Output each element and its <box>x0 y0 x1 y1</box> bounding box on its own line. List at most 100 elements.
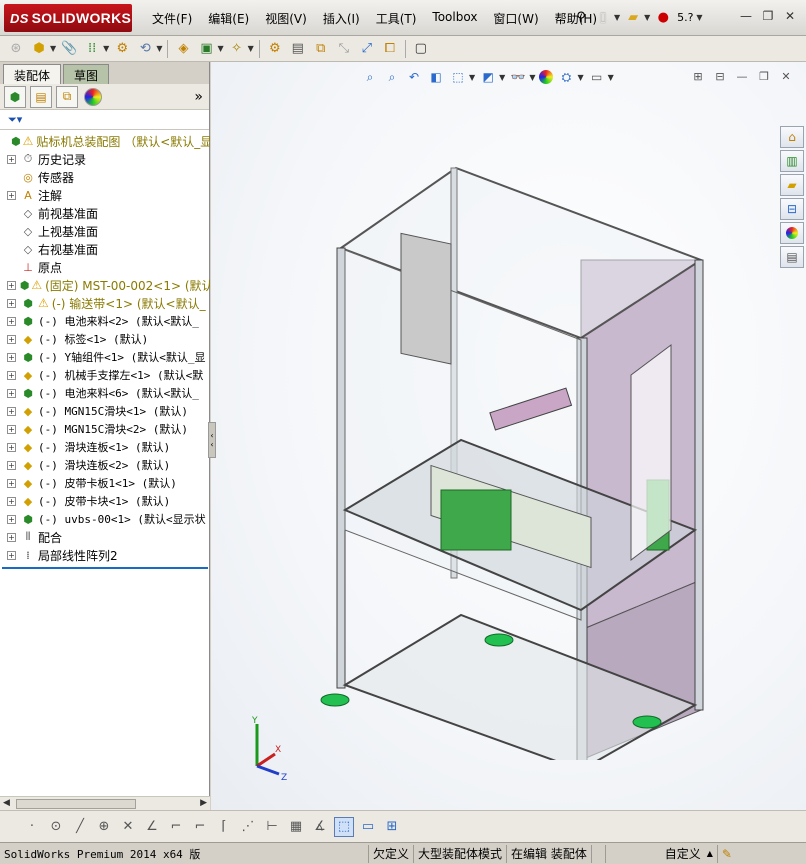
viewport-tile-icon[interactable]: ⊞ <box>690 70 706 83</box>
tree-node[interactable]: + A 注解 <box>0 186 210 204</box>
pin-icon[interactable]: ⚲ <box>572 8 590 26</box>
expand-toggle-icon[interactable]: + <box>7 298 16 308</box>
feature-tree-tab-icon[interactable]: ⬢ <box>4 85 26 108</box>
new-document-icon[interactable]: ▯ <box>594 8 612 26</box>
expand-toggle-icon[interactable]: + <box>7 388 16 398</box>
menu-edit[interactable]: 编辑(E) <box>200 9 257 28</box>
viewport-split-icon[interactable]: ⊟ <box>712 70 728 83</box>
chevron-up-icon[interactable]: ▲ <box>707 849 713 858</box>
tree-node[interactable]: + ◆ (-) MGN15C滑块<1> (默认) <box>0 402 210 420</box>
viewport-minimize-icon[interactable]: — <box>734 70 750 83</box>
chevron-down-icon[interactable]: ▼ <box>469 73 475 82</box>
labeling-machine-3d-model[interactable] <box>291 110 711 760</box>
menu-view[interactable]: 视图(V) <box>257 9 315 28</box>
tab-assembly[interactable]: 装配体 <box>3 64 62 84</box>
trim-icon[interactable]: ✕ <box>118 817 138 837</box>
expand-toggle-icon[interactable]: + <box>7 190 16 200</box>
chevron-down-icon[interactable]: ▼ <box>577 73 583 82</box>
tree-node[interactable]: + ◆ (-) 皮带卡块<1> (默认) <box>0 492 210 510</box>
view-orientation-icon[interactable]: ⬚ <box>449 68 467 86</box>
edit-appearance-icon[interactable] <box>539 70 554 84</box>
expand-toggle-icon[interactable]: + <box>7 532 16 542</box>
assembly-features-icon[interactable]: ▣ <box>196 39 216 59</box>
hide-show-items-icon[interactable]: 👓 <box>509 68 527 86</box>
fillet-icon[interactable]: ⌐ <box>166 817 186 837</box>
scroll-right-icon[interactable]: ▶ <box>200 798 207 808</box>
tree-node[interactable]: ◇ 上视基准面 <box>0 222 210 240</box>
single-view-icon[interactable]: ▭ <box>358 817 378 837</box>
solidworks-resources-icon[interactable]: ⌂ <box>780 126 804 148</box>
chevron-down-icon[interactable]: ▼ <box>644 13 650 22</box>
pattern-icon[interactable]: ⁞⁞ <box>82 39 102 59</box>
expand-toggle-icon[interactable]: + <box>7 478 16 488</box>
polygon-icon[interactable]: ⊕ <box>94 817 114 837</box>
interference-icon[interactable]: ⧠ <box>380 39 400 59</box>
viewport-close-icon[interactable]: ✕ <box>778 70 794 83</box>
zoom-to-area-icon[interactable]: ⌕ <box>383 68 401 86</box>
angle-icon[interactable]: ∠ <box>142 817 162 837</box>
filter-icon[interactable]: ⏷▾ <box>8 113 22 127</box>
scroll-left-icon[interactable]: ◀ <box>3 798 10 808</box>
tree-node[interactable]: + ◆ (-) 标签<1> (默认) <box>0 330 210 348</box>
insert-component-icon[interactable]: ⬢ <box>29 39 49 59</box>
tab-sketch[interactable]: 草图 <box>63 64 110 84</box>
graphics-area[interactable]: ‹ ‹ ⌕ ⌕ ↶ ◧ ⬚ ▼ ◩ ▼ 👓 ▼ ⛭ ▼ ▭ ▼ ⊞ ⊟ — ❐ ✕ <box>208 62 806 810</box>
grid-icon[interactable]: ▦ <box>286 817 306 837</box>
tree-node[interactable]: + ◆ (-) 机械手支撑左<1> (默认<默 <box>0 366 210 384</box>
design-library-icon[interactable]: ▥ <box>780 150 804 172</box>
menu-insert[interactable]: 插入(I) <box>315 9 368 28</box>
tree-node[interactable]: + ⬢ ⚠ (固定) MST-00-002<1> (默认 <box>0 276 210 294</box>
move-component-icon[interactable]: ⟲ <box>135 39 155 59</box>
traffic-light-icon[interactable]: ● <box>654 8 672 26</box>
mate-icon[interactable]: 📎 <box>59 39 79 59</box>
expand-toggle-icon[interactable]: + <box>7 352 16 362</box>
expand-toggle-icon[interactable]: + <box>7 460 16 470</box>
scroll-thumb[interactable] <box>16 799 136 809</box>
two-view-icon[interactable]: ⊞ <box>382 817 402 837</box>
tree-node[interactable]: ⬢ ⚠ 贴标机总装配图 （默认<默认_显 <box>0 132 210 150</box>
expand-toggle-icon[interactable]: + <box>7 370 16 380</box>
tree-node[interactable]: ⊥ 原点 <box>0 258 210 276</box>
appearances-icon[interactable] <box>780 222 804 244</box>
expand-toggle-icon[interactable]: + <box>7 442 16 452</box>
circle-icon[interactable]: ⊙ <box>46 817 66 837</box>
status-units[interactable]: 自定义 ▲ <box>604 844 717 863</box>
expand-toggle-icon[interactable]: + <box>7 280 16 290</box>
expand-panel-icon[interactable]: » <box>194 89 203 105</box>
tree-node[interactable]: + ⬢ ⚠ (-) 输送带<1> (默认<默认_ <box>0 294 210 312</box>
rebuild-status-icon[interactable]: ✎ <box>716 844 736 863</box>
expand-toggle-icon[interactable]: + <box>7 334 16 344</box>
chevron-down-icon[interactable]: ▼ <box>103 44 109 53</box>
zoom-to-fit-icon[interactable]: ⌕ <box>361 68 379 86</box>
menu-window[interactable]: 窗口(W) <box>485 9 546 28</box>
menu-tools[interactable]: 工具(T) <box>368 9 425 28</box>
file-explorer-icon[interactable]: ▰ <box>780 174 804 196</box>
corner-icon[interactable]: ⌈ <box>214 817 234 837</box>
tree-node[interactable]: + ⬢ (-) 电池来料<2> (默认<默认_ <box>0 312 210 330</box>
previous-view-icon[interactable]: ↶ <box>405 68 423 86</box>
tree-node[interactable]: + ⦀ 配合 <box>0 528 210 546</box>
line-icon[interactable]: ╱ <box>70 817 90 837</box>
tree-node[interactable]: + ⬢ (-) Y轴组件<1> (默认<默认_显 <box>0 348 210 366</box>
expand-toggle-icon[interactable]: + <box>7 154 16 164</box>
tree-node[interactable]: ◇ 前视基准面 <box>0 204 210 222</box>
tree-node[interactable]: + ◆ (-) 皮带卡板1<1> (默认) <box>0 474 210 492</box>
expand-toggle-icon[interactable]: + <box>7 406 16 416</box>
horizontal-scrollbar[interactable]: ◀ ▶ <box>0 796 210 810</box>
tree-node[interactable]: + ⬢ (-) 电池来料<6> (默认<默认_ <box>0 384 210 402</box>
collapse-panel-handle[interactable]: ‹ ‹ <box>208 422 216 458</box>
instant3d-icon[interactable]: ⤢ <box>357 39 377 59</box>
explode-line-icon[interactable]: ⤡ <box>334 39 354 59</box>
tree-node[interactable]: + ◆ (-) MGN15C滑块<2> (默认) <box>0 420 210 438</box>
menu-file[interactable]: 文件(F) <box>144 9 200 28</box>
viewport-restore-icon[interactable]: ❐ <box>756 70 772 83</box>
solidworks-logo[interactable]: DS SOLIDWORKS <box>4 4 132 32</box>
new-motion-study-icon[interactable]: ⚙ <box>265 39 285 59</box>
reference-geometry-icon[interactable]: ✧ <box>227 39 247 59</box>
help-icon[interactable]: 5.? <box>676 8 694 26</box>
offset-icon[interactable]: ⋰ <box>238 817 258 837</box>
open-folder-icon[interactable]: ▰ <box>624 8 642 26</box>
exploded-view-icon[interactable]: ⧉ <box>311 39 331 59</box>
tree-node[interactable]: + ◆ (-) 滑块连板<2> (默认) <box>0 456 210 474</box>
section-view-icon[interactable]: ◧ <box>427 68 445 86</box>
